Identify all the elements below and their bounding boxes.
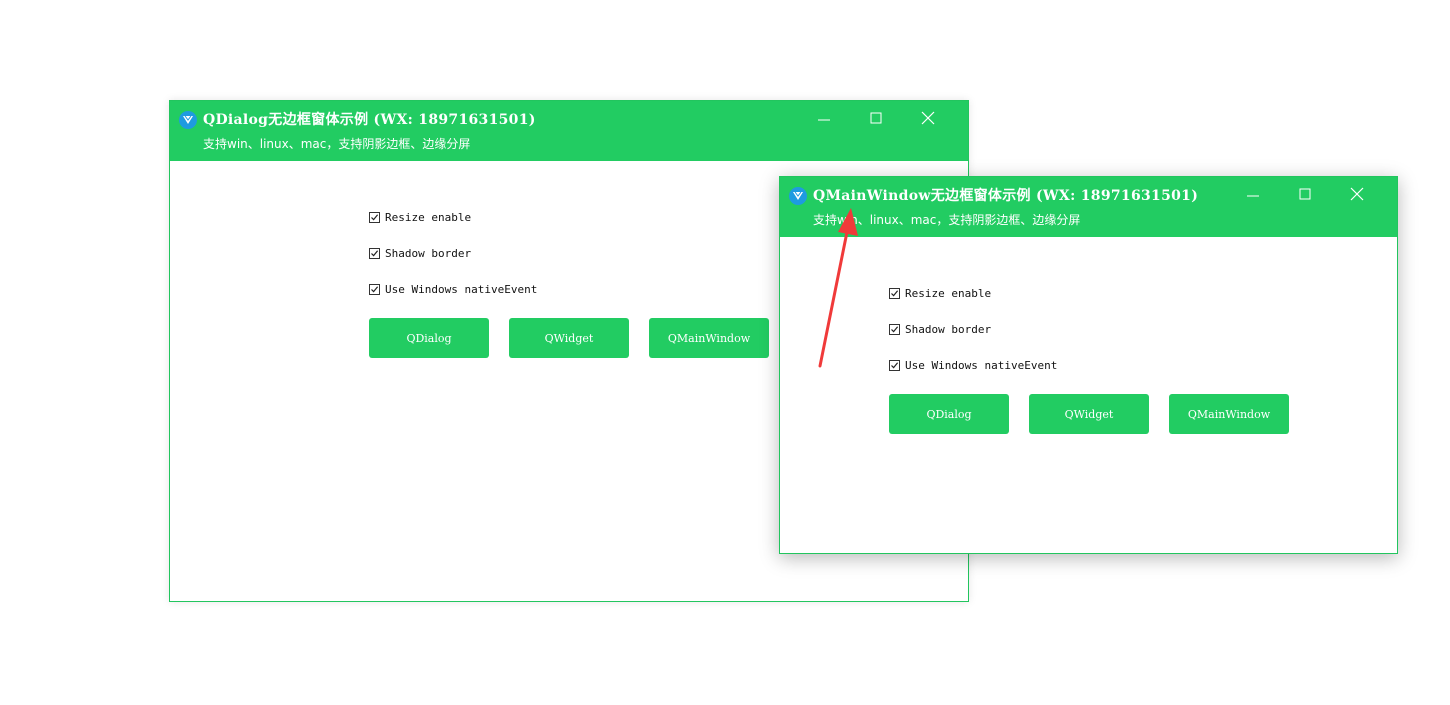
checkmark-icon xyxy=(371,285,379,292)
option-resize-enable[interactable]: Resize enable xyxy=(369,209,537,225)
option-resize-enable[interactable]: Resize enable xyxy=(889,285,1057,301)
window-controls xyxy=(1227,183,1383,205)
app-logo-icon xyxy=(789,187,807,205)
window-subtitle: 支持win、linux、mac，支持阴影边框、边缘分屏 xyxy=(813,213,1081,227)
qmainwindow-button[interactable]: QMainWindow xyxy=(1169,394,1289,434)
option-label: Use Windows nativeEvent xyxy=(385,282,538,296)
checkmark-icon xyxy=(371,213,379,220)
qmainwindow-button[interactable]: QMainWindow xyxy=(649,318,769,358)
option-label: Shadow border xyxy=(385,246,472,260)
qdialog-button[interactable]: QDialog xyxy=(889,394,1009,434)
option-label: Shadow border xyxy=(905,322,992,336)
maximize-icon xyxy=(1299,188,1311,200)
checkbox[interactable] xyxy=(369,283,380,295)
window-title: QDialog无边框窗体示例 (WX: 18971631501) xyxy=(203,112,536,128)
button-row: QDialog QWidget QMainWindow xyxy=(889,394,1309,434)
close-icon xyxy=(921,111,935,125)
window-subtitle: 支持win、linux、mac，支持阴影边框、边缘分屏 xyxy=(203,137,471,151)
checkbox[interactable] xyxy=(889,287,900,299)
close-button[interactable] xyxy=(1331,183,1383,205)
options-list: Resize enable Shadow border Use Windows … xyxy=(369,209,537,317)
close-button[interactable] xyxy=(902,107,954,129)
option-label: Use Windows nativeEvent xyxy=(905,358,1058,372)
checkmark-icon xyxy=(891,361,899,368)
minimize-button[interactable] xyxy=(798,107,850,129)
option-shadow-border[interactable]: Shadow border xyxy=(369,245,537,261)
window-content: Resize enable Shadow border Use Windows … xyxy=(780,237,1397,553)
minimize-icon xyxy=(818,119,830,121)
title-bar[interactable]: QMainWindow无边框窗体示例 (WX: 18971631501) 支持w… xyxy=(780,177,1397,237)
option-label: Resize enable xyxy=(905,286,992,300)
window-title: QMainWindow无边框窗体示例 (WX: 18971631501) xyxy=(813,188,1199,204)
options-list: Resize enable Shadow border Use Windows … xyxy=(889,285,1057,393)
qmainwindow-window: QMainWindow无边框窗体示例 (WX: 18971631501) 支持w… xyxy=(779,176,1398,554)
title-bar[interactable]: QDialog无边框窗体示例 (WX: 18971631501) 支持win、l… xyxy=(170,101,968,161)
minimize-button[interactable] xyxy=(1227,183,1279,205)
option-native-event[interactable]: Use Windows nativeEvent xyxy=(889,357,1057,373)
window-controls xyxy=(798,107,954,129)
qwidget-button[interactable]: QWidget xyxy=(509,318,629,358)
option-shadow-border[interactable]: Shadow border xyxy=(889,321,1057,337)
checkbox[interactable] xyxy=(369,247,380,259)
maximize-icon xyxy=(870,112,882,124)
checkbox[interactable] xyxy=(369,211,380,223)
maximize-button[interactable] xyxy=(850,107,902,129)
maximize-button[interactable] xyxy=(1279,183,1331,205)
checkmark-icon xyxy=(891,289,899,296)
close-icon xyxy=(1350,187,1364,201)
checkbox[interactable] xyxy=(889,359,900,371)
checkmark-icon xyxy=(891,325,899,332)
app-logo-icon xyxy=(179,111,197,129)
option-label: Resize enable xyxy=(385,210,472,224)
checkmark-icon xyxy=(371,249,379,256)
qdialog-button[interactable]: QDialog xyxy=(369,318,489,358)
option-native-event[interactable]: Use Windows nativeEvent xyxy=(369,281,537,297)
checkbox[interactable] xyxy=(889,323,900,335)
button-row: QDialog QWidget QMainWindow xyxy=(369,318,789,358)
minimize-icon xyxy=(1247,195,1259,197)
qwidget-button[interactable]: QWidget xyxy=(1029,394,1149,434)
